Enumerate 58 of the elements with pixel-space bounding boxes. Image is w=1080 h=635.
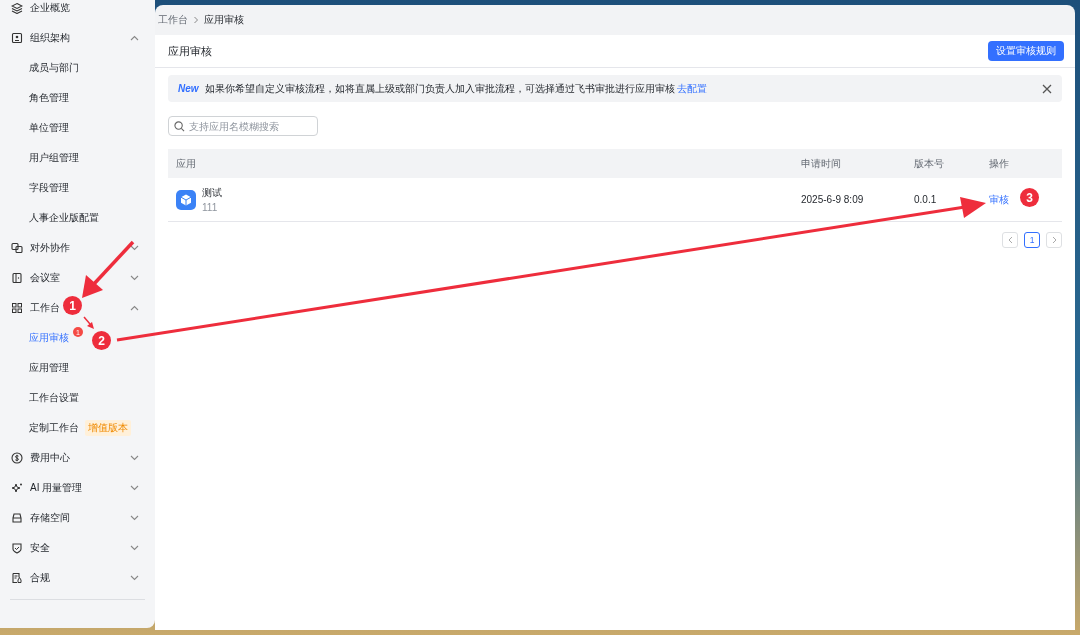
sidebar-item[interactable]: 应用审核 — [29, 331, 69, 345]
chevron-left-icon — [1007, 236, 1013, 244]
search-field[interactable]: 支持应用名模糊搜索 — [168, 116, 318, 136]
linked-squares-icon — [11, 242, 23, 254]
table-cell-text: 2025-6-9 8:09 — [800, 194, 864, 205]
sidebar-group[interactable]: 存储空间 — [30, 511, 70, 525]
review-link[interactable]: 审核 — [989, 193, 1009, 205]
sidebar-group[interactable]: 工作台 — [30, 301, 60, 315]
sidebar-item[interactable]: 定制工作台 — [29, 421, 79, 435]
notice-text: 如果你希望自定义审核流程，如将直属上级或部门负责人加入审批流程，可选择通过飞书审批进行应用审核 — [204, 81, 675, 96]
document-icon — [11, 572, 23, 584]
app-cube-icon — [176, 189, 196, 210]
drive-icon — [11, 512, 23, 524]
sidebar-item[interactable]: 单位管理 — [29, 121, 69, 135]
close-icon[interactable] — [1042, 83, 1052, 94]
configure-link[interactable]: 去配置 — [676, 81, 707, 96]
column-header: 操作 — [988, 156, 1009, 171]
chevron-right-icon — [1051, 236, 1057, 244]
id-card-icon — [11, 32, 23, 44]
sidebar-item[interactable]: 用户组管理 — [29, 151, 79, 165]
dollar-icon — [11, 452, 23, 464]
shield-icon — [11, 542, 23, 554]
premium-tag: 增值版本 — [85, 420, 131, 436]
sidebar-group[interactable]: 合规 — [30, 571, 50, 585]
page-button[interactable]: 1 — [1024, 232, 1040, 248]
sidebar-group[interactable]: 费用中心 — [30, 451, 70, 465]
grid-icon — [11, 302, 23, 314]
column-header: 版本号 — [913, 156, 944, 171]
prev-page-button[interactable] — [1002, 232, 1018, 248]
sidebar-group[interactable]: 企业概览 — [30, 1, 70, 15]
layers-icon — [11, 2, 23, 14]
sidebar-item[interactable]: 人事企业版配置 — [29, 211, 99, 225]
app-id: 111 — [202, 202, 219, 213]
column-header: 应用 — [175, 156, 196, 171]
sidebar-item[interactable]: 字段管理 — [29, 181, 69, 195]
app-name: 测试 — [202, 186, 222, 200]
sidebar-group[interactable]: 安全 — [30, 541, 50, 555]
chevron-right-icon — [193, 16, 199, 24]
next-page-button[interactable] — [1046, 232, 1062, 248]
sidebar-item[interactable]: 角色管理 — [29, 91, 69, 105]
search-icon — [174, 121, 185, 132]
sidebar-group[interactable]: 会议室 — [30, 271, 60, 285]
new-tag: New — [178, 83, 199, 94]
table-cell-text: 0.0.1 — [913, 194, 937, 205]
breadcrumb-item[interactable]: 工作台 — [158, 13, 188, 27]
breadcrumb-item: 应用审核 — [204, 13, 244, 27]
sidebar-item[interactable]: 成员与部门 — [29, 61, 79, 75]
door-icon — [11, 272, 23, 284]
sidebar-item[interactable]: 工作台设置 — [29, 391, 79, 405]
sidebar-item[interactable]: 应用管理 — [29, 361, 69, 375]
sidebar-group[interactable]: AI 用量管理 — [30, 481, 83, 495]
annotation-arrow — [83, 316, 94, 329]
column-header: 申请时间 — [800, 156, 841, 171]
sidebar-group[interactable]: 对外协作 — [30, 241, 70, 255]
set-rules-button[interactable]: 设置审核规则 — [988, 41, 1064, 61]
page-title: 应用审核 — [168, 43, 212, 59]
sidebar-group[interactable]: 组织架构 — [30, 31, 70, 45]
sparkle-icon — [11, 482, 23, 494]
